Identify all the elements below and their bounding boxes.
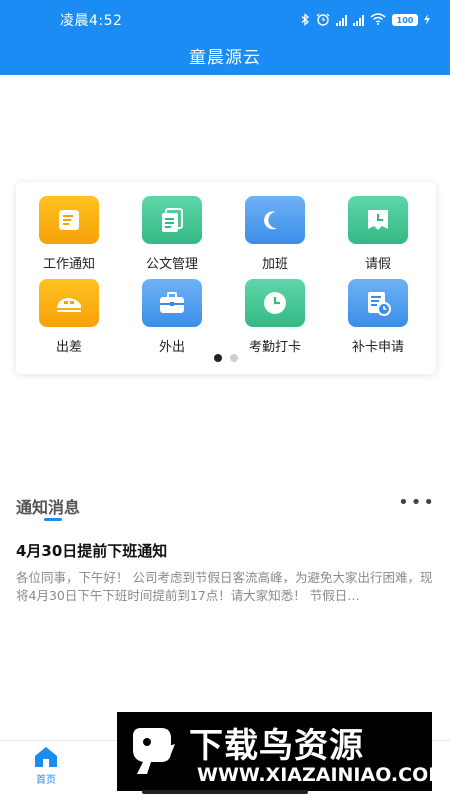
grid-label: 公文管理 [145, 257, 198, 272]
status-time: 凌晨4:52 [60, 13, 123, 29]
app-header: 凌晨4:52 100 童晨源云 [0, 0, 450, 75]
page-title: 童晨源云 [189, 48, 261, 68]
page-dot-active[interactable] [214, 354, 222, 362]
grid-item-document-management[interactable]: 公文管理 [122, 196, 222, 276]
notice-body[interactable]: 各位同事，下午好！ 公司考虑到节假日客流高峰，为避免大家出行困难，现将4月30日… [16, 569, 434, 605]
files-icon [142, 196, 202, 244]
watermark: 下载鸟资源 WWW.XIAZAINIAO.COM [117, 712, 447, 791]
grid-item-work-notice[interactable]: 工作通知 [19, 196, 119, 276]
calendar-clock-icon [348, 196, 408, 244]
page-dot[interactable] [230, 354, 238, 362]
grid-item-attendance[interactable]: 考勤打卡 [225, 279, 325, 359]
grid-item-go-out[interactable]: 外出 [122, 279, 222, 359]
clock-icon [245, 279, 305, 327]
grid-label: 请假 [364, 257, 391, 272]
grid-label: 工作通知 [42, 257, 95, 272]
document-icon [39, 196, 99, 244]
nav-home-label: 首页 [36, 775, 56, 786]
function-grid-card: 工作通知 公文管理 加班 请假 出差 外出 考勤打卡 补卡申请 [16, 182, 436, 374]
grid-item-business-trip[interactable]: 出差 [19, 279, 119, 359]
grid-label: 考勤打卡 [248, 340, 301, 355]
bluetooth-icon [301, 12, 310, 28]
nav-home[interactable]: 首页 [24, 746, 68, 786]
home-indicator [142, 790, 308, 794]
battery-icon: 100 [392, 14, 418, 26]
wifi-icon [370, 13, 386, 27]
section-title: 通知消息 [16, 498, 81, 517]
notice-section-header: 通知消息 ••• [16, 494, 436, 524]
watermark-text: 下载鸟资源 [189, 726, 364, 766]
train-icon [39, 279, 99, 327]
briefcase-icon [142, 279, 202, 327]
moon-icon [245, 196, 305, 244]
grid-label: 外出 [158, 340, 185, 355]
alarm-icon [316, 13, 330, 28]
grid-label: 出差 [55, 340, 82, 355]
hd-signal-icon [336, 14, 347, 26]
more-icon[interactable]: ••• [398, 494, 436, 512]
grid-label: 补卡申请 [351, 340, 404, 355]
grid-item-leave[interactable]: 请假 [328, 196, 428, 276]
status-icons: 100 [301, 12, 430, 28]
home-icon [35, 747, 57, 767]
form-clock-icon [348, 279, 408, 327]
watermark-logo [133, 728, 175, 774]
grid-label: 加班 [261, 257, 288, 272]
notice-title[interactable]: 4月30日提前下班通知 [16, 540, 167, 561]
hd-signal-icon [353, 14, 364, 26]
page-indicator [16, 354, 436, 362]
grid-item-attendance-correction[interactable]: 补卡申请 [328, 279, 428, 359]
section-underline [44, 518, 62, 521]
charging-icon [424, 13, 430, 27]
grid-item-overtime[interactable]: 加班 [225, 196, 325, 276]
watermark-url: WWW.XIAZAINIAO.COM [197, 764, 448, 786]
status-bar: 凌晨4:52 100 [0, 0, 450, 40]
